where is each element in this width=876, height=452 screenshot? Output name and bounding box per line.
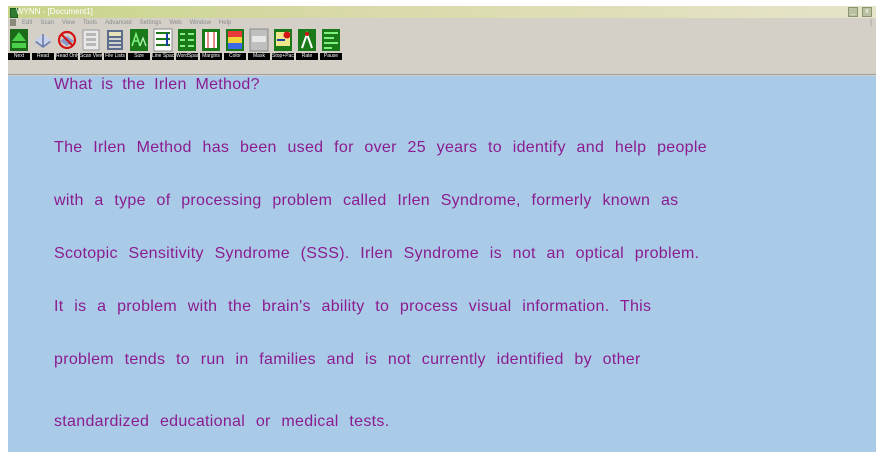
word-space-icon	[178, 29, 196, 51]
mask-button[interactable]: Mask	[248, 28, 270, 74]
file-list-icon	[107, 30, 123, 50]
menu-help[interactable]: Help	[219, 18, 231, 28]
menu-bar: Edit Scan View Tools Advanced Settings W…	[8, 18, 876, 28]
line-space-icon	[153, 28, 173, 52]
word-space-button[interactable]: WordSpace	[176, 28, 198, 74]
pause-icon	[322, 29, 340, 51]
menu-view[interactable]: View	[62, 18, 75, 28]
size-button[interactable]: Size	[128, 28, 150, 74]
color-icon	[226, 29, 244, 51]
document-area[interactable]: What is the Irlen Method? The Irlen Meth…	[8, 76, 876, 452]
document-line-6: standardized educational or medical test…	[54, 413, 390, 430]
scan-view-label: Scan View	[80, 53, 102, 60]
read-only-button[interactable]: Read Only	[56, 28, 78, 74]
toolbar: Next Read Read Only Scan View File Lists…	[8, 28, 876, 75]
document-line-1: The Irlen Method has been used for over …	[54, 139, 707, 156]
margins-icon	[202, 29, 220, 51]
color-label: Color	[224, 53, 246, 60]
no-symbol-icon	[57, 30, 77, 50]
book-icon	[35, 34, 51, 48]
file-lists-button[interactable]: File Lists	[104, 28, 126, 74]
window-title: WYNN - [Document1]	[16, 7, 93, 16]
file-lists-label: File Lists	[104, 53, 126, 60]
pause-label: Pause	[320, 53, 342, 60]
read-only-label: Read Only	[56, 53, 78, 60]
scan-view-icon	[82, 29, 100, 51]
rate-icon	[298, 29, 316, 51]
document-line-3: Scotopic Sensitivity Syndrome (SSS). Irl…	[54, 245, 700, 262]
minimize-button[interactable]: _	[848, 7, 858, 17]
next-button[interactable]: Next	[8, 28, 30, 74]
scan-view-button[interactable]: Scan View	[80, 28, 102, 74]
margins-label: Margins	[200, 53, 222, 60]
document-line-2: with a type of processing problem called…	[54, 192, 679, 209]
rate-label: Rate	[296, 53, 318, 60]
stop-pace-button[interactable]: Stop+Pace	[272, 28, 294, 74]
read-button[interactable]: Read	[32, 28, 54, 74]
document-heading: What is the Irlen Method?	[54, 76, 260, 93]
stop-pace-icon	[274, 29, 292, 51]
color-button[interactable]: Color	[224, 28, 246, 74]
text-size-icon	[130, 29, 148, 51]
menu-tools[interactable]: Tools	[83, 18, 97, 28]
pause-button[interactable]: Pause	[320, 28, 342, 74]
title-bar: WYNN - [Document1] _ x	[8, 6, 876, 18]
mask-label: Mask	[248, 53, 270, 60]
menu-advanced[interactable]: Advanced	[105, 18, 132, 28]
app-window: WYNN - [Document1] _ x Edit Scan View To…	[8, 6, 876, 452]
rate-button[interactable]: Rate	[296, 28, 318, 74]
menu-window[interactable]: Window	[190, 18, 211, 28]
word-space-label: WordSpace	[176, 53, 198, 60]
menu-web[interactable]: Web	[169, 18, 181, 28]
margins-button[interactable]: Margins	[200, 28, 222, 74]
close-button[interactable]: x	[862, 7, 872, 17]
line-space-label: Line Space	[152, 53, 174, 60]
stop-pace-label: Stop+Pace	[272, 53, 294, 60]
mask-icon	[249, 28, 269, 52]
menu-scan[interactable]: Scan	[40, 18, 54, 28]
menu-edit[interactable]: Edit	[22, 18, 32, 28]
size-label: Size	[128, 53, 150, 60]
line-space-button[interactable]: Line Space	[152, 28, 174, 74]
next-label: Next	[8, 53, 30, 60]
document-icon[interactable]	[10, 19, 16, 26]
next-arrow-icon	[10, 29, 28, 51]
menu-settings[interactable]: Settings	[140, 18, 162, 28]
read-label: Read	[32, 53, 54, 60]
menu-right-marker: [	[870, 20, 872, 26]
document-line-4: It is a problem with the brain's ability…	[54, 298, 652, 315]
document-line-5: problem tends to run in families and is …	[54, 351, 641, 368]
